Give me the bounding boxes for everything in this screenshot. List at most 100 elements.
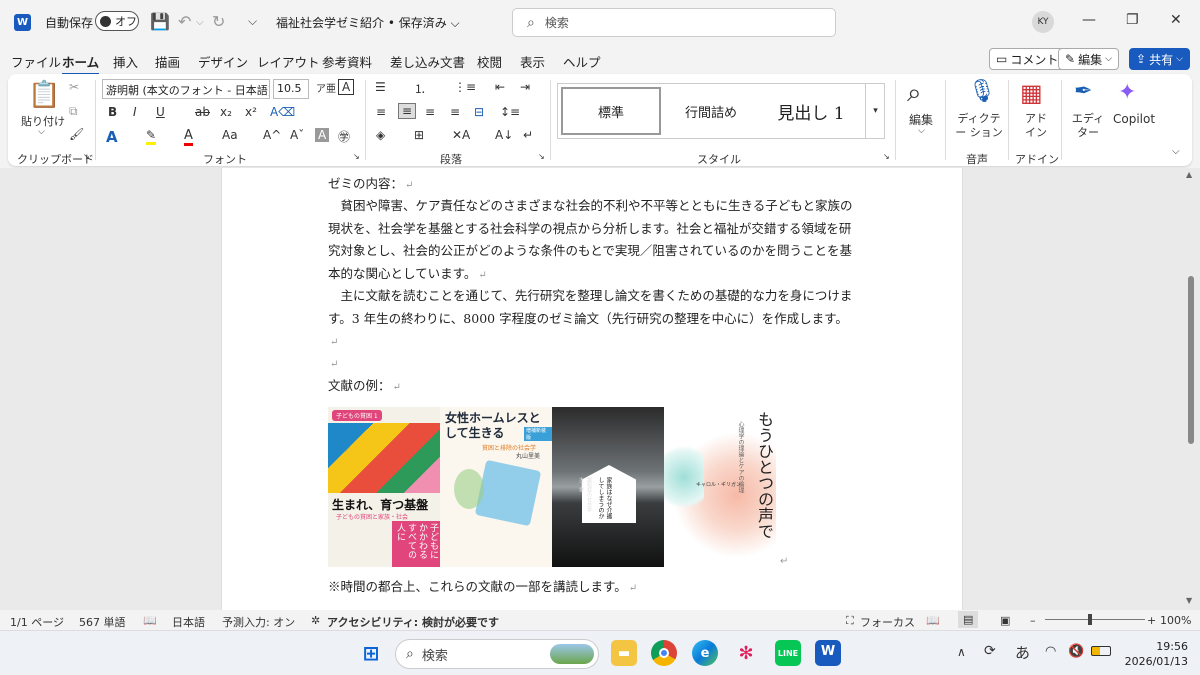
text-direction-icon[interactable]: ✕A (452, 128, 470, 142)
paragraph-1[interactable]: 貧困や障害、ケア責任などのさまざまな社会的不利や不平等とともに生きる子どもと家族… (328, 195, 858, 287)
print-layout-icon[interactable]: ▤ (958, 611, 979, 628)
copilot-label[interactable]: Copilot (1113, 112, 1155, 126)
align-left-icon[interactable]: ≡ (376, 105, 386, 119)
dialog-launcher-icon[interactable]: ↘ (883, 152, 890, 161)
focus-mode[interactable]: フォーカス (860, 614, 915, 630)
superscript-icon[interactable]: x² (245, 105, 257, 119)
customize-qat-icon[interactable]: ⌵ (248, 14, 257, 29)
find-icon[interactable]: ⌕ (907, 78, 922, 109)
phonetic-guide-icon[interactable]: ア亜 (316, 80, 336, 95)
styles-more-icon[interactable]: ▾ (865, 84, 885, 138)
search-box[interactable]: ⌕ 検索 (512, 8, 836, 37)
avatar[interactable]: KY (1032, 11, 1054, 33)
chevron-down-icon[interactable]: ⌵ (38, 127, 45, 137)
web-layout-icon[interactable]: ▣ (1000, 614, 1010, 627)
enclose-char-icon[interactable]: A (338, 79, 355, 95)
language-status[interactable]: 日本語 (172, 614, 205, 630)
zoom-slider[interactable] (1045, 619, 1145, 620)
book-cover-3[interactable]: 家族はなぜ介護してしまうのか 認知症の社会学 木下衆 (552, 407, 664, 567)
menu-mailings[interactable]: 差し込み文書 (390, 52, 465, 71)
style-heading-1[interactable]: 見出し 1 (761, 87, 861, 135)
font-color-icon[interactable]: A (184, 128, 193, 146)
autosave-toggle[interactable]: オフ (95, 11, 139, 31)
menu-references[interactable]: 参考資料 (322, 52, 372, 71)
zoom-level[interactable]: 100% (1160, 614, 1191, 627)
taskbar-search[interactable]: ⌕ 検索 (395, 639, 599, 669)
format-painter-icon[interactable]: 🖌 (69, 127, 84, 141)
document-title[interactable]: 福祉社会学ゼミ紹介 • 保存済み ⌵ (276, 14, 460, 31)
menu-view[interactable]: 表示 (520, 52, 545, 71)
empty-paragraph[interactable]: ↵ (328, 352, 858, 377)
file-explorer-icon[interactable]: ▬ (611, 640, 637, 666)
enclosed-char-icon[interactable]: ㊫ (338, 128, 350, 145)
copilot-icon[interactable]: ✦ (1118, 80, 1136, 105)
menu-review[interactable]: 校閲 (477, 52, 502, 71)
addins-icon[interactable]: ▦ (1020, 79, 1043, 107)
menu-design[interactable]: デザイン (198, 52, 248, 71)
menu-home[interactable]: ホーム (62, 52, 100, 76)
edge-icon[interactable]: e (692, 640, 718, 666)
share-button[interactable]: ⇪ 共有 ⌵ (1129, 48, 1190, 70)
proofing-icon[interactable]: 📖 (143, 614, 157, 627)
distribute-icon[interactable]: ⊟ (474, 105, 484, 119)
borders-icon[interactable]: ⊞ (414, 128, 424, 142)
scroll-down-icon[interactable]: ▼ (1186, 596, 1192, 605)
accessibility-status[interactable]: アクセシビリティ: 検討が必要です (327, 614, 499, 630)
numbering-icon[interactable]: ⒈ (414, 80, 426, 97)
collapse-ribbon-icon[interactable]: ⌵ (1172, 146, 1180, 157)
editor-label[interactable]: エディ ター (1071, 112, 1105, 140)
menu-insert[interactable]: 挿入 (113, 52, 138, 71)
restore-icon[interactable]: ❐ (1126, 12, 1139, 28)
sort-icon[interactable]: A↓ (495, 128, 513, 142)
align-right-icon[interactable]: ≡ (425, 105, 435, 119)
book-cover-4[interactable]: もうひとつの声で 心理学の理論とケアの倫理 キャロル・ギリガン (664, 407, 776, 567)
redo-icon[interactable]: ↻ (212, 12, 225, 31)
start-icon[interactable]: ⊞ (358, 640, 384, 666)
zoom-slider-thumb[interactable] (1088, 614, 1092, 625)
clear-format-icon[interactable]: A⌫ (270, 105, 295, 119)
word-taskbar-icon[interactable]: W (815, 640, 841, 666)
dialog-launcher-icon[interactable]: ↘ (83, 152, 90, 161)
line-spacing-icon[interactable]: ↕≡ (500, 105, 520, 119)
predictive-text-status[interactable]: 予測入力: オン (222, 614, 295, 630)
highlight-icon[interactable]: ✎ (146, 128, 157, 145)
char-shading-icon[interactable]: A (315, 128, 330, 142)
vertical-scrollbar[interactable]: ▲ ▼ (1186, 170, 1196, 606)
dictation-label[interactable]: ディクテー ション (955, 112, 1003, 140)
microphone-icon[interactable]: 🎙 (968, 79, 996, 104)
note-paragraph[interactable]: ※時間の都合上、これらの文献の一部を講読します。 ↵ (328, 576, 858, 601)
style-no-spacing[interactable]: 行間詰め (663, 87, 759, 135)
line-icon[interactable]: LINE (775, 640, 801, 666)
justify-icon[interactable]: ≡ (450, 105, 460, 119)
close-icon[interactable]: ✕ (1170, 12, 1182, 28)
menu-layout[interactable]: レイアウト (257, 52, 320, 71)
word-count[interactable]: 567 単語 (79, 614, 126, 630)
align-center-icon[interactable]: ≡ (398, 103, 417, 119)
show-marks-icon[interactable]: ↵ (523, 128, 533, 142)
document-page[interactable]: ゼミの内容： ↵ 貧困や障害、ケア責任などのさまざまな社会的不利や不平等とともに生… (221, 168, 963, 610)
undo-icon[interactable]: ↶ (178, 12, 191, 31)
content-heading[interactable]: ゼミの内容： ↵ (328, 173, 858, 198)
dialog-launcher-icon[interactable]: ↘ (538, 152, 545, 161)
increase-indent-icon[interactable]: ⇥ (520, 80, 530, 94)
slack-icon[interactable]: ✻ (733, 640, 759, 666)
zoom-out-icon[interactable]: – (1030, 614, 1036, 627)
menu-draw[interactable]: 描画 (155, 52, 180, 71)
page-count[interactable]: 1/1 ページ (10, 614, 64, 630)
menu-help[interactable]: ヘルプ (563, 52, 601, 71)
tray-overflow-icon[interactable]: ∧ (957, 645, 966, 659)
ime-indicator[interactable]: あ (1015, 642, 1030, 663)
dialog-launcher-icon[interactable]: ↘ (353, 152, 360, 161)
book-cover-2[interactable]: 女性ホームレスとして生きる 増補新装版 貧困と排除の社会学 丸山里美 (440, 407, 552, 567)
undo-dropdown-icon[interactable]: ⌵ (196, 17, 204, 28)
copy-icon[interactable]: ⧉ (69, 104, 78, 119)
clock[interactable]: 19:56 2026/01/13 (1125, 639, 1188, 669)
scroll-thumb[interactable] (1188, 276, 1194, 444)
menu-file[interactable]: ファイル (11, 52, 61, 71)
paragraph-2[interactable]: 主に文献を読むことを通じて、先行研究を整理し論文を書くための基礎的な力を身につけ… (328, 285, 858, 355)
font-size-select[interactable]: 10.5 (273, 79, 309, 99)
sync-icon[interactable]: ⟳ (984, 643, 996, 659)
addins-label[interactable]: アド イン (1022, 112, 1050, 140)
subscript-icon[interactable]: x₂ (220, 105, 232, 119)
bullets-icon[interactable]: ☰ (375, 80, 386, 94)
